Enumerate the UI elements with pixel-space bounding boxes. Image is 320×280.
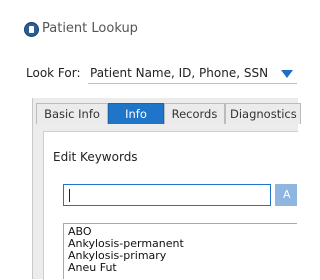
- add-keyword-button[interactable]: A: [275, 184, 297, 206]
- look-for-label: Look For:: [26, 66, 81, 80]
- tab-info[interactable]: Info: [108, 103, 164, 124]
- window-title: Patient Lookup: [42, 21, 138, 36]
- keyword-input[interactable]: [63, 184, 271, 206]
- window-titlebar: Patient Lookup: [0, 0, 297, 52]
- tab-basic-info[interactable]: Basic Info: [36, 103, 108, 124]
- tab-records[interactable]: Records: [164, 103, 225, 124]
- patient-lookup-icon: [24, 22, 39, 37]
- look-for-row: Look For: Patient Name, ID, Phone, SSN: [0, 60, 297, 86]
- look-for-dropdown[interactable]: Patient Name, ID, Phone, SSN: [90, 66, 268, 80]
- tab-diagnostics[interactable]: Diagnostics: [225, 103, 301, 124]
- text-caret: [69, 189, 70, 202]
- keyword-list[interactable]: ABO Ankylosis-permanent Ankylosis-primar…: [63, 223, 297, 279]
- chevron-down-icon[interactable]: [281, 70, 293, 78]
- list-item[interactable]: Aneu Fut: [68, 262, 117, 274]
- look-for-underline: [88, 83, 297, 84]
- edit-keywords-title: Edit Keywords: [53, 150, 138, 164]
